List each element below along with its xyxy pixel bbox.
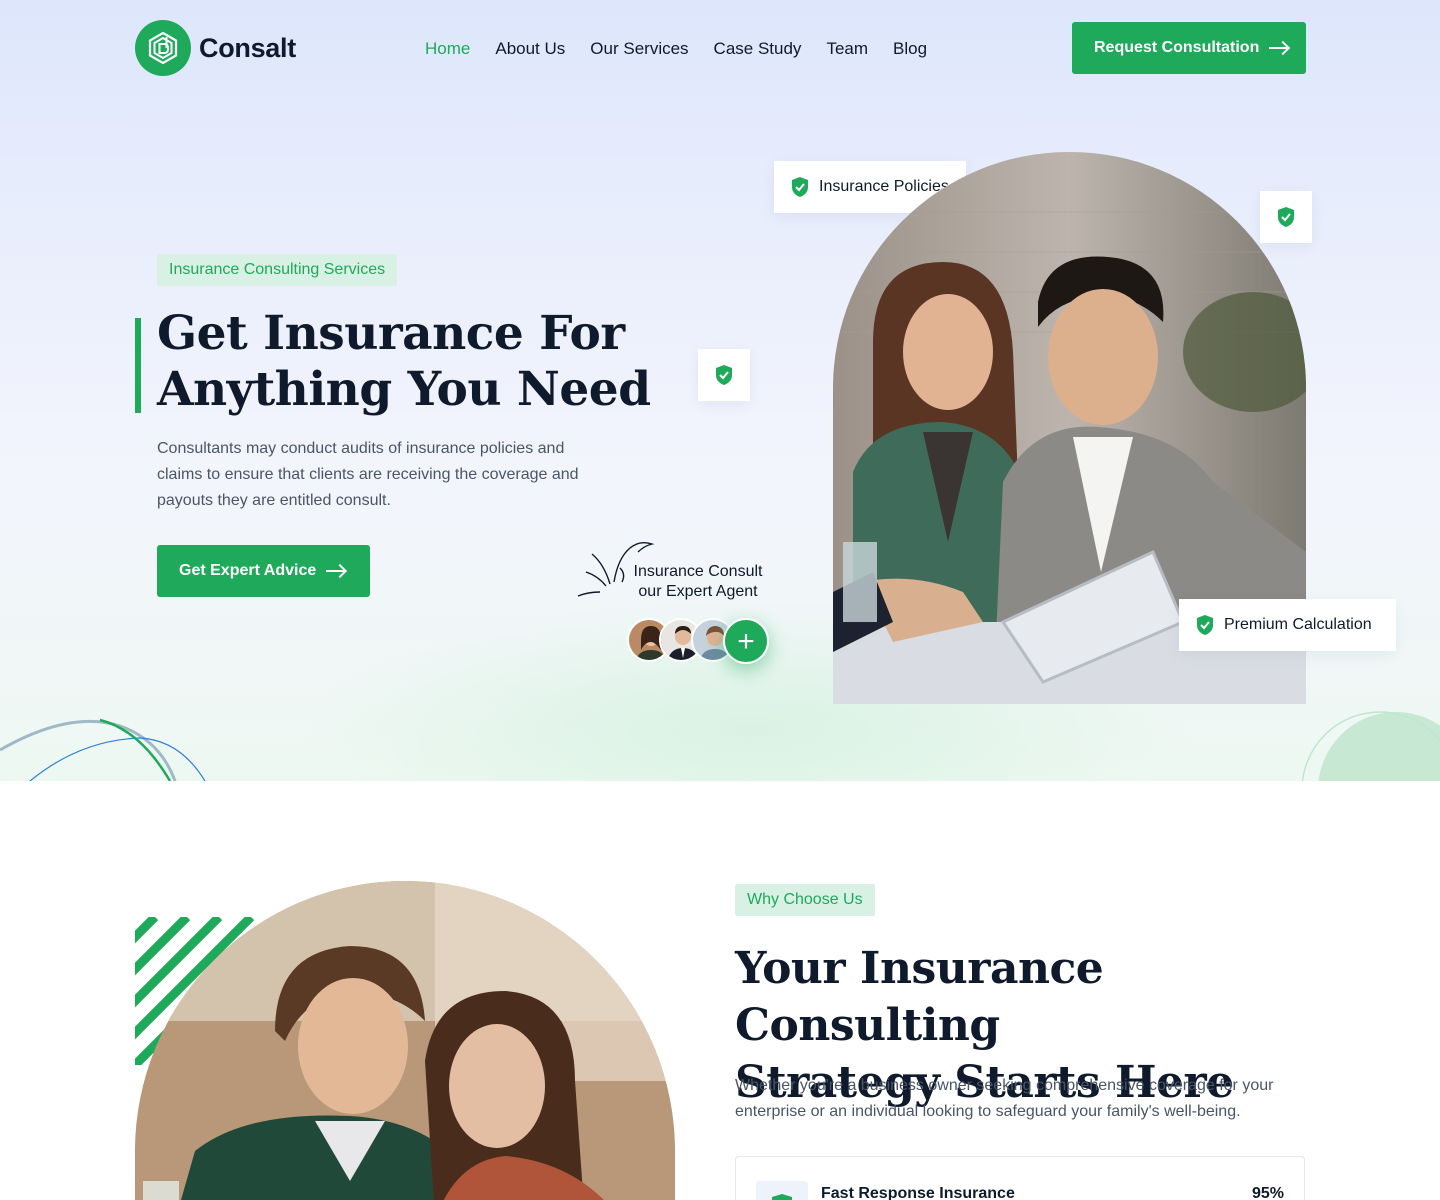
shield-check-icon [792, 177, 808, 197]
shield-check-icon [1278, 207, 1294, 227]
hero-tag: Insurance Consulting Services [157, 254, 398, 286]
nav-item-about-us[interactable]: About Us [495, 36, 565, 62]
premium-calculation-label: Premium Calculation [1224, 616, 1372, 633]
why-section-title-line-1: Your Insurance Consulting [735, 943, 1104, 1051]
decorative-circle [1301, 711, 1440, 781]
why-choose-us-tag: Why Choose Us [735, 884, 875, 916]
decorative-wave [0, 718, 206, 781]
hero-description: Consultants may conduct audits of insura… [157, 440, 579, 509]
add-agent-button[interactable]: + [723, 618, 769, 664]
main-nav: Home About Us Our Services Case Study Te… [425, 36, 952, 62]
shield-check-icon [756, 1181, 808, 1200]
logo-mark-icon [135, 20, 191, 76]
request-consultation-button[interactable]: Request Consultation [1072, 22, 1306, 74]
nav-item-our-services[interactable]: Our Services [590, 36, 688, 62]
expert-agent-caption-line-2: our Expert Agent [638, 583, 758, 600]
nav-item-home[interactable]: Home [425, 36, 470, 62]
arrow-right-icon [1269, 42, 1289, 54]
progress-value: 95% [1251, 1185, 1284, 1200]
shield-check-icon [1197, 615, 1213, 635]
shield-check-icon [716, 365, 732, 385]
arrow-right-icon [326, 565, 346, 577]
nav-item-case-study[interactable]: Case Study [714, 36, 802, 62]
nav-item-team[interactable]: Team [826, 36, 868, 62]
get-expert-advice-label: Get Expert Advice [179, 562, 317, 579]
hero-section: Consalt Home About Us Our Services Case … [0, 0, 1440, 781]
hero-title-accent-bar [135, 318, 141, 413]
progress-label: Fast Response Insurance [821, 1185, 1015, 1200]
get-expert-advice-button[interactable]: Get Expert Advice [157, 545, 370, 597]
plus-icon: + [737, 625, 755, 658]
hero-title-line-2: Anything You Need [157, 362, 651, 417]
expert-agent-caption: Insurance Consult our Expert Agent [612, 562, 784, 602]
insurance-policies-label: Insurance Policies [819, 178, 949, 195]
progress-card-fast-response: Fast Response Insurance 95% [735, 1156, 1305, 1200]
shield-badge-top-right [1260, 191, 1312, 243]
brand-name: Consalt [199, 32, 296, 63]
shield-badge-left [698, 349, 750, 401]
hero-title-line-1: Get Insurance For [157, 306, 625, 361]
expert-agent-caption-line-1: Insurance Consult [633, 563, 763, 580]
brand-logo[interactable]: Consalt [135, 20, 296, 76]
why-section-description: Whether you're a business owner seeking … [735, 1077, 1274, 1120]
premium-calculation-badge: Premium Calculation [1179, 599, 1396, 651]
nav-item-blog[interactable]: Blog [893, 36, 927, 62]
request-consultation-label: Request Consultation [1094, 39, 1260, 56]
hero-title: Get Insurance For Anything You Need [157, 306, 677, 418]
